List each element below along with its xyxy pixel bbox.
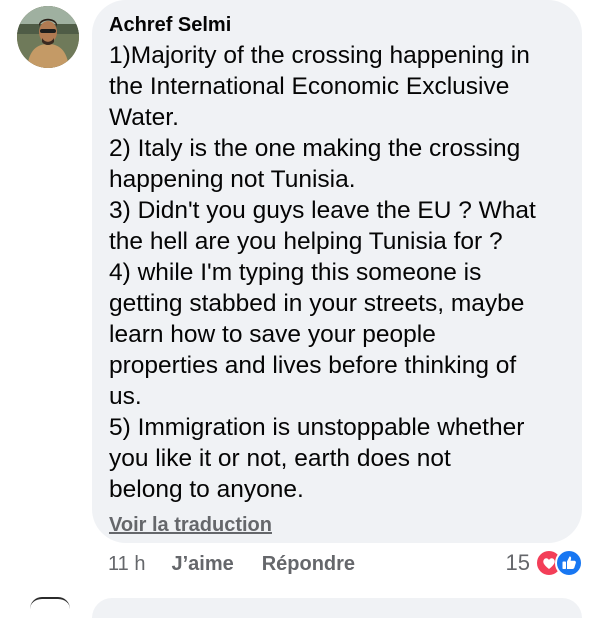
comment-line: properties and lives before thinking of [109, 352, 517, 379]
comment-text: 1)Majority of the crossing happening in … [109, 40, 564, 505]
comment-line: 3) Didn't you guys leave the EU ? What [109, 197, 536, 224]
comment-author-name[interactable]: Achref Selmi [109, 12, 564, 38]
comment-line: you like it or not, earth does not [109, 445, 451, 472]
comment-line: the hell are you helping Tunisia for ? [109, 228, 503, 255]
comment-line: 5) Immigration is unstoppable whether [109, 414, 525, 441]
comment-line: learn how to save your people [109, 321, 436, 348]
like-reaction-icon [555, 549, 583, 577]
comment-bubble: Achref Selmi 1)Majority of the crossing … [92, 0, 582, 543]
reactions-summary[interactable]: 15 [506, 547, 584, 579]
comment-line: happening not Tunisia. [109, 166, 356, 193]
comment-line: Water. [109, 104, 179, 131]
comment-line: the International Economic Exclusive [109, 73, 510, 100]
comment-line: 4) while I'm typing this someone is [109, 259, 482, 286]
comment-line: belong to anyone. [109, 476, 304, 503]
avatar[interactable] [17, 6, 79, 68]
comment-line: us. [109, 383, 142, 410]
comment-line: getting stabbed in your streets, maybe [109, 290, 525, 317]
reply-button[interactable]: Répondre [262, 553, 355, 576]
reaction-count: 15 [505, 550, 530, 575]
reaction-icons [534, 548, 584, 578]
comment-timestamp[interactable]: 11 h [108, 553, 145, 576]
avatar-photo [17, 6, 79, 68]
comment-actions: 11 h J’aime Répondre [108, 551, 355, 577]
next-comment-avatar-edge [30, 597, 70, 609]
comment-line: 2) Italy is the one making the crossing [109, 135, 521, 162]
see-translation-link[interactable]: Voir la traduction [109, 514, 272, 537]
comment-line: 1)Majority of the crossing happening in [109, 42, 530, 69]
like-button[interactable]: J’aime [171, 553, 233, 576]
next-comment-bubble-edge [92, 598, 582, 618]
